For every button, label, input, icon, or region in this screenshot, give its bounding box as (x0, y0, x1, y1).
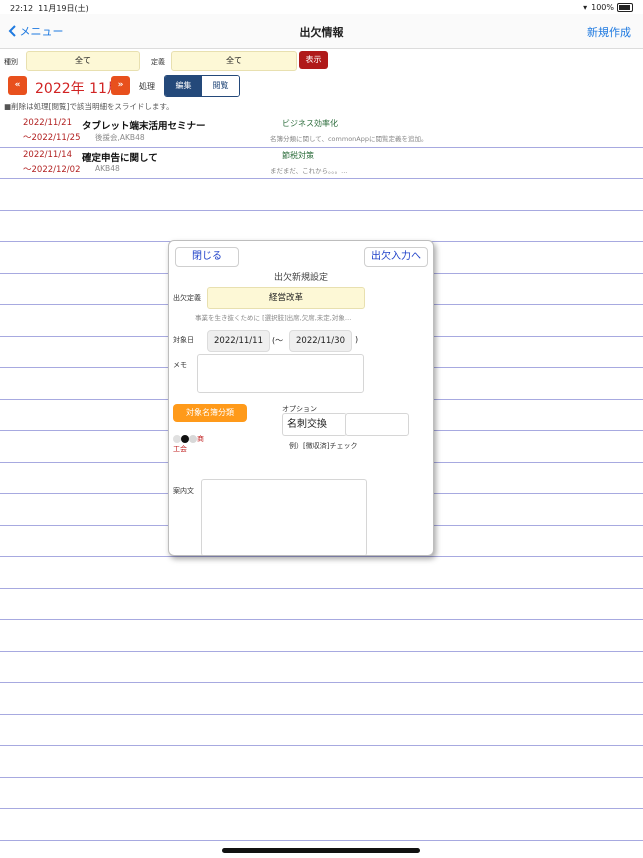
def-description: 事業を生き抜くために [選択肢]出席,欠席,未定,対象… (195, 314, 352, 322)
go-attendance-button[interactable]: 出欠入力へ (364, 247, 428, 267)
roster-dots-label-2: 工会 (173, 445, 187, 453)
mode-segment: 編集 閲覧 (164, 75, 240, 97)
battery-percent: 100% (591, 3, 614, 12)
row-divider (0, 619, 643, 620)
def-field-label: 出欠定義 (173, 294, 201, 302)
row-end-date: ～2022/11/25 (23, 133, 81, 143)
type-label: 種別 (4, 58, 18, 66)
row-divider (0, 777, 643, 778)
list-item[interactable]: 2022/11/21 ～2022/11/25 タブレット端末活用セミナー 後援会… (0, 115, 643, 147)
row-divider (0, 840, 643, 841)
nav-bar: メニュー 出欠情報 新規作成 (0, 14, 643, 49)
date-range-tilde: (～ (272, 336, 284, 345)
roster-dots: 商 工会 (173, 434, 204, 454)
row-subtitle: AKB48 (95, 164, 120, 173)
def-label: 定義 (151, 58, 165, 66)
row-divider (0, 714, 643, 715)
def-select[interactable]: 全て (171, 51, 297, 71)
process-label: 処理 (139, 82, 155, 91)
status-time: 22:12 11月19日(土) (10, 4, 89, 13)
row-title: タブレット端末活用セミナー (82, 121, 206, 132)
list-item[interactable]: 2022/11/14 ～2022/12/02 確定申告に関して AKB48 節税… (0, 147, 643, 179)
row-divider (0, 808, 643, 809)
mode-edit-tab[interactable]: 編集 (165, 76, 202, 96)
modal-title: 出欠新規設定 (273, 273, 328, 283)
row-divider (0, 210, 643, 211)
hint-text: ■削除は処理[閲覧]で該当明細をスライドします。 (4, 102, 174, 111)
guide-text-input[interactable] (201, 479, 367, 555)
dot-option-2[interactable] (181, 435, 189, 443)
row-title: 確定申告に関して (82, 153, 158, 164)
page-title: 出欠情報 (299, 26, 344, 39)
row-start-date: 2022/11/14 (23, 150, 72, 160)
memo-input[interactable] (197, 354, 364, 393)
row-divider (0, 178, 643, 179)
def-field-select[interactable]: 経営改革 (207, 287, 365, 309)
row-start-date: 2022/11/21 (23, 118, 72, 128)
close-button[interactable]: 閉じる (175, 247, 239, 267)
row-subtitle: 後援会,AKB48 (95, 133, 145, 142)
target-roster-button[interactable]: 対象名簿分類 (173, 404, 247, 422)
row-note: まだまだ、これから。。。... (270, 167, 348, 175)
option-example: 例）[徴収済]チェック (289, 442, 358, 450)
row-divider (0, 147, 643, 148)
next-month-button[interactable]: » (111, 76, 130, 95)
row-end-date: ～2022/12/02 (23, 165, 81, 175)
status-bar: 22:12 11月19日(土) ▾ 100% (0, 0, 643, 14)
date-from-field[interactable]: 2022/11/11 (207, 330, 270, 352)
row-divider (0, 556, 643, 557)
option-value-input[interactable] (345, 413, 409, 436)
date-range-paren: ) (355, 335, 359, 344)
row-note: 名簿分類に関して、commonAppに閲覧定義を追加。 (270, 135, 428, 143)
date-label: 対象日 (173, 336, 194, 344)
create-button[interactable]: 新規作成 (587, 24, 631, 40)
wifi-icon: ▾ (583, 3, 588, 12)
row-divider (0, 745, 643, 746)
battery-icon (617, 3, 633, 12)
memo-label: メモ (173, 361, 187, 369)
row-category: ビジネス効率化 (282, 119, 338, 128)
dot-option-1[interactable] (173, 435, 181, 443)
date-to-field[interactable]: 2022/11/30 (289, 330, 352, 352)
dot-option-3[interactable] (189, 435, 197, 443)
attendance-setup-modal: 閉じる 出欠入力へ 出欠新規設定 出欠定義 経営改革 事業を生き抜くために [選… (168, 240, 434, 556)
show-button[interactable]: 表示 (299, 51, 328, 69)
option-input[interactable]: 名刺交換 (282, 413, 347, 436)
type-select[interactable]: 全て (26, 51, 140, 71)
month-label: 2022年 11月 (35, 81, 121, 97)
prev-month-button[interactable]: « (8, 76, 27, 95)
row-divider (0, 588, 643, 589)
guide-label: 案内文 (173, 487, 194, 495)
status-right: ▾ 100% (583, 3, 633, 12)
row-category: 節税対策 (282, 151, 314, 160)
home-indicator (222, 848, 420, 853)
roster-dots-label: 商 (197, 435, 204, 443)
row-divider (0, 682, 643, 683)
mode-view-tab[interactable]: 閲覧 (202, 76, 239, 96)
row-divider (0, 651, 643, 652)
